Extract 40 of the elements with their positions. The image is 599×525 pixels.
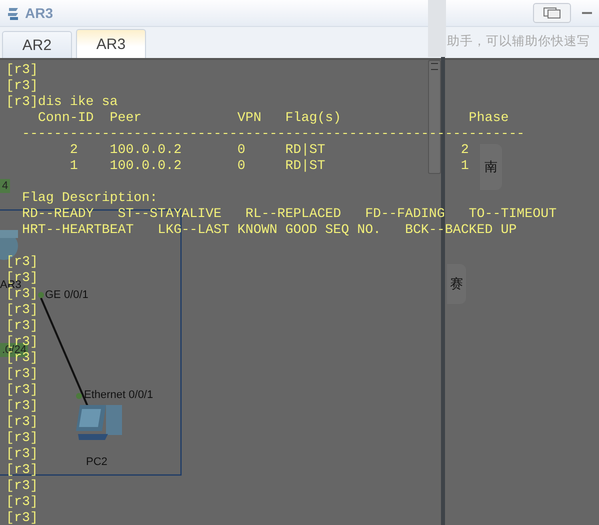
terminal-line: --------------------------------------------------------------- <box>20 126 525 141</box>
assistant-hint: 助手，可以辅助你快速写 <box>447 33 590 50</box>
terminal-line: [r3]dis ike sa <box>6 94 118 109</box>
terminal-line: 1 100.0.0.2 0 RD|ST 1 <box>68 158 469 173</box>
scrollbar[interactable] <box>428 60 441 174</box>
device-label: PC2 <box>86 456 108 468</box>
terminal-line: [r3] <box>6 494 38 509</box>
terminal-line: [r3] <box>6 398 38 413</box>
terminal-line: [r3] <box>6 446 38 461</box>
restore-icon <box>543 7 561 19</box>
terminal-line: [r3] <box>6 510 38 525</box>
side-button[interactable]: 南 <box>480 144 502 190</box>
terminal-line: [r3] <box>6 462 38 477</box>
terminal-line: [r3] <box>6 302 38 317</box>
terminal-line: Flag Description: <box>20 190 158 205</box>
terminal-line: HRT--HEARTBEAT LKG--LAST KNOWN GOOD SEQ NO. BCK--BACKED UP <box>20 222 517 237</box>
terminal-line: Conn-ID Peer VPN Flag(s) Phase <box>36 110 509 125</box>
port-label: GE 0/0/1 <box>45 289 88 301</box>
terminal-line: [r3] <box>6 478 38 493</box>
session-tab[interactable]: AR2 <box>2 31 72 58</box>
port-label: Ethernet 0/0/1 <box>84 389 154 401</box>
terminal-line: RD--READY ST--STAYALIVE RL--REPLACED FD--FADING TO--TIMEOUT <box>20 206 557 221</box>
terminal-line: [r3] <box>6 414 38 429</box>
terminal-line: [r3] <box>6 62 38 77</box>
terminal-line: [r3] <box>6 382 38 397</box>
session-tab[interactable]: AR3 <box>76 29 146 58</box>
terminal-line: [r3] <box>6 254 38 269</box>
minimize-icon <box>582 11 594 15</box>
side-button[interactable]: 赛 <box>447 264 466 304</box>
port-dot <box>76 393 82 399</box>
terminal-line: [r3] <box>6 430 38 445</box>
terminal-line: [r3] <box>6 78 38 93</box>
terminal-line: 2 100.0.0.2 0 RD|ST 2 <box>68 142 469 157</box>
window-title: AR3 <box>25 5 54 21</box>
pc-icon[interactable] <box>76 405 122 440</box>
subnet-tag: 4 <box>0 179 10 193</box>
port-dot <box>38 292 44 298</box>
terminal-line: [r3] <box>6 318 38 333</box>
terminal-line: [r3] <box>6 366 38 381</box>
restore-button[interactable] <box>533 3 571 23</box>
